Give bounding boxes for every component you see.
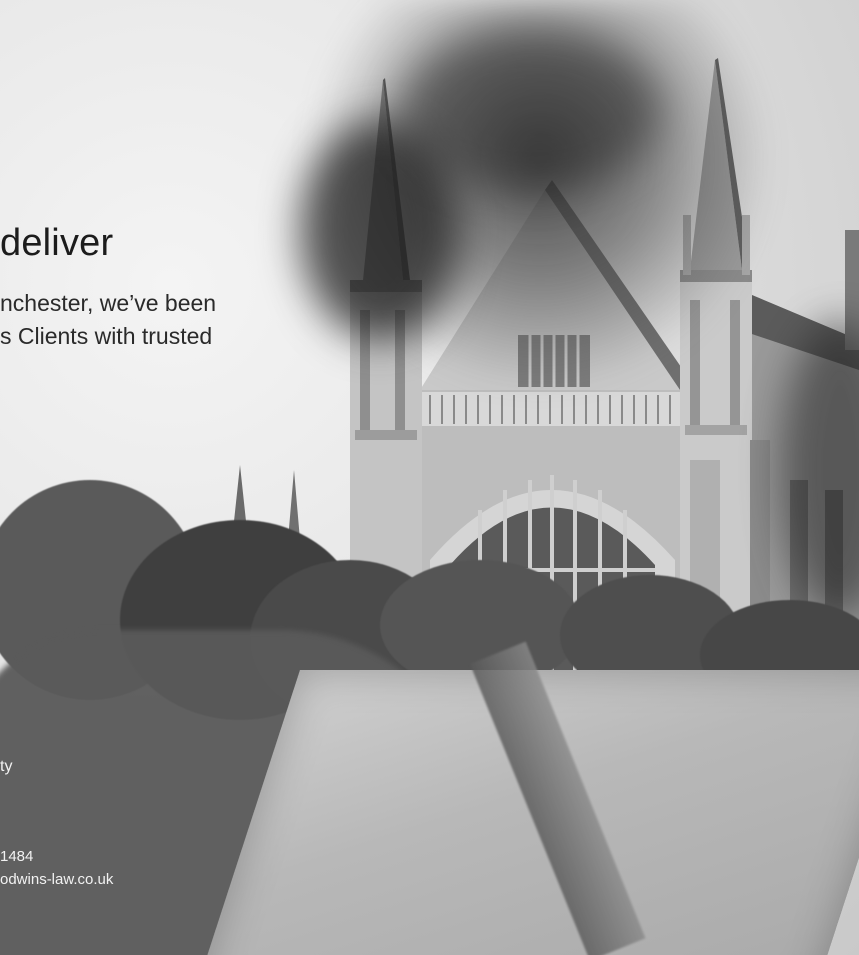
side-text: ty	[0, 758, 13, 775]
intro-line: nchester, we’ve been	[0, 290, 217, 316]
headline: deliver	[0, 222, 114, 264]
phone-number[interactable]: 1484	[0, 845, 113, 868]
contact-details: 1484 odwins-law.co.uk	[0, 845, 113, 891]
intro-line: s Clients with trusted	[0, 323, 213, 349]
text-overlay: deliver nchester, we’ve been s Clients w…	[0, 0, 859, 955]
email-address[interactable]: odwins-law.co.uk	[0, 868, 113, 891]
intro-paragraph: nchester, we’ve been s Clients with trus…	[0, 287, 216, 353]
